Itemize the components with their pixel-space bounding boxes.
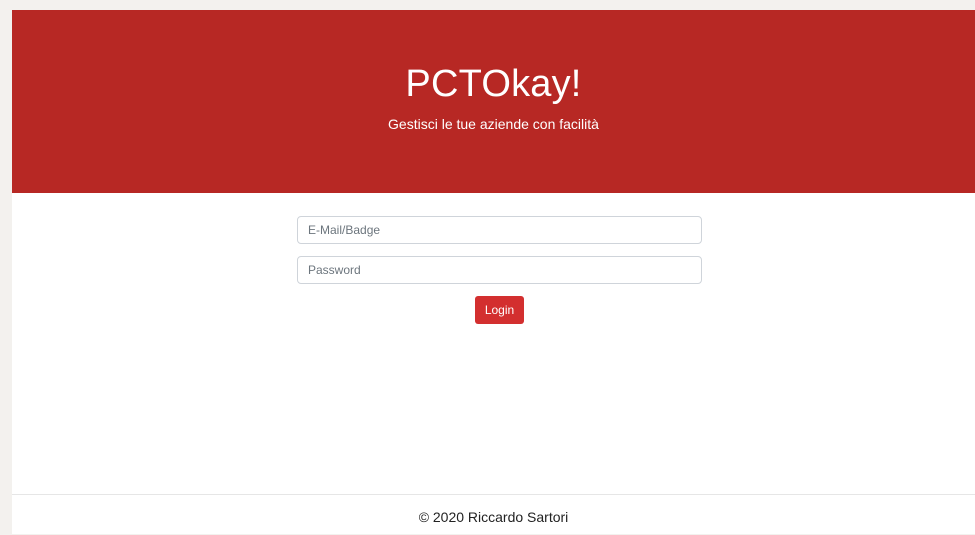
- password-input[interactable]: [297, 256, 702, 284]
- copyright-text: © 2020 Riccardo Sartori: [418, 509, 569, 525]
- page-title: PCTOkay!: [405, 63, 582, 105]
- email-badge-input[interactable]: [297, 216, 702, 244]
- page: PCTOkay! Gestisci le tue aziende con fac…: [12, 10, 975, 534]
- login-form: Login: [297, 216, 702, 324]
- login-button[interactable]: Login: [475, 296, 524, 324]
- footer: © 2020 Riccardo Sartori: [12, 494, 975, 535]
- hero-banner: PCTOkay! Gestisci le tue aziende con fac…: [12, 10, 975, 193]
- page-subtitle: Gestisci le tue aziende con facilità: [388, 116, 599, 132]
